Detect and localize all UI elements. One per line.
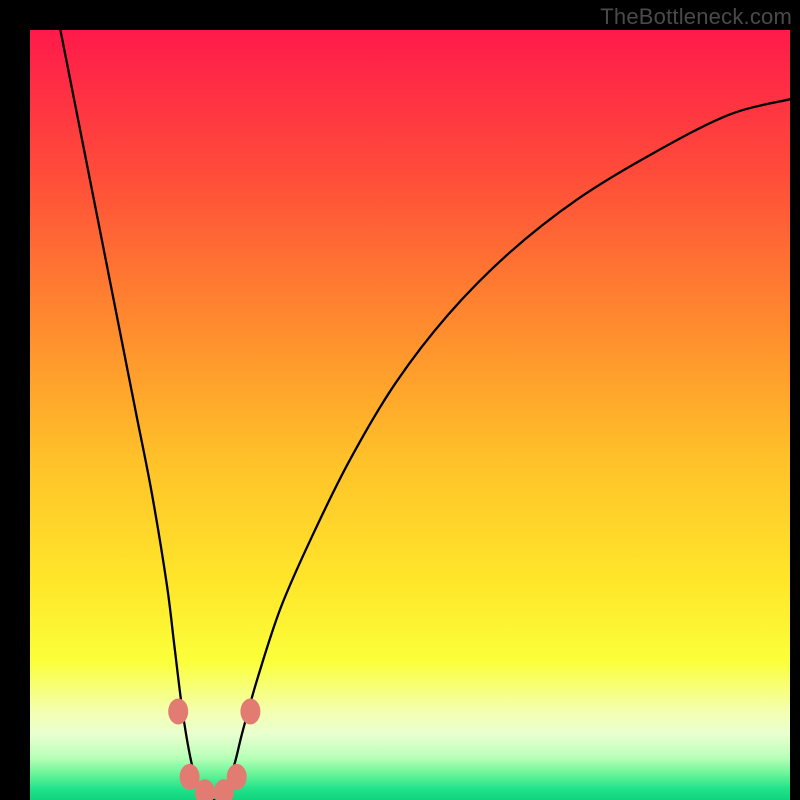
curve-marker — [227, 764, 247, 790]
curve-marker — [168, 698, 188, 724]
watermark-text: TheBottleneck.com — [600, 4, 792, 30]
curve-marker — [240, 698, 260, 724]
plot-area — [30, 30, 790, 800]
gradient-background — [30, 30, 790, 800]
bottleneck-chart — [30, 30, 790, 800]
chart-frame: TheBottleneck.com — [0, 0, 800, 800]
